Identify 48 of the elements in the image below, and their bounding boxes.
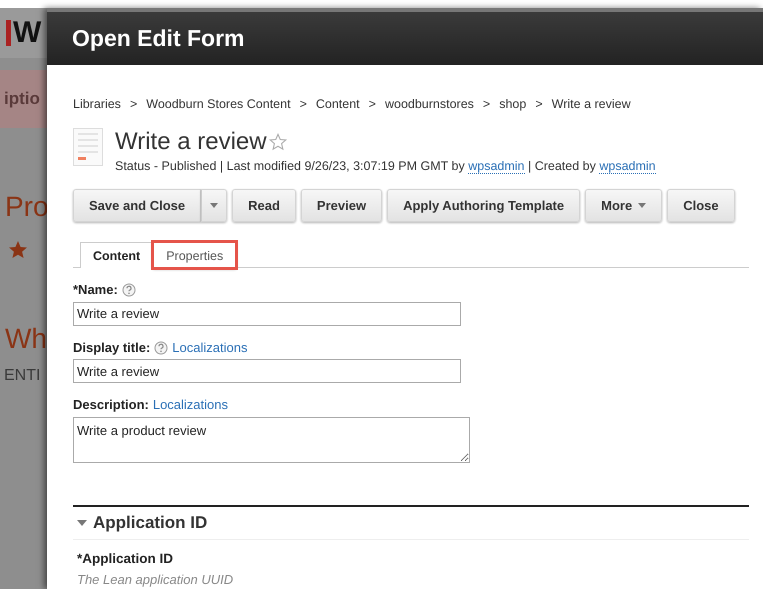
breadcrumb-item: Write a review — [552, 96, 631, 114]
breadcrumb-separator: > — [482, 96, 490, 114]
dialog-title: Open Edit Form — [72, 24, 244, 52]
toolbar-button[interactable]: Preview — [300, 189, 382, 222]
tab[interactable]: Content — [80, 242, 154, 268]
item-title: Write a review — [115, 128, 267, 157]
caret-icon — [638, 203, 646, 208]
toolbar-button[interactable]: Close — [667, 189, 735, 222]
breadcrumb-item[interactable]: Libraries — [73, 95, 121, 114]
tab[interactable]: Properties — [153, 242, 236, 268]
background-caption: ENTI — [3, 366, 42, 386]
text-area[interactable]: Write a product review — [73, 416, 470, 463]
localizations-link[interactable]: Localizations — [152, 395, 228, 415]
breadcrumb-item[interactable]: Woodburn Stores Content — [146, 95, 291, 114]
user-link[interactable]: wpsadmin — [599, 158, 656, 174]
logo-text: W — [13, 18, 42, 48]
logo-bar-icon — [6, 20, 11, 46]
breadcrumb-item[interactable]: shop — [499, 95, 526, 114]
localizations-link[interactable]: Localizations — [172, 338, 248, 358]
breadcrumb-separator: > — [535, 96, 543, 114]
field-label: Description: — [73, 396, 149, 414]
breadcrumb-separator: > — [130, 96, 138, 114]
field-label: *Application ID — [76, 550, 174, 568]
star-icon[interactable] — [268, 133, 287, 152]
document-thumbnail-icon — [73, 128, 103, 166]
input-field[interactable]: Write a review — [73, 302, 461, 326]
breadcrumb-separator: > — [300, 96, 307, 114]
user-link[interactable]: wpsadmin — [468, 158, 524, 174]
toolbar-button[interactable]: Apply Authoring Template — [387, 189, 580, 222]
help-icon[interactable] — [122, 283, 136, 298]
field-hint: The Lean application UUID — [76, 570, 234, 589]
collapse-triangle-icon[interactable] — [77, 518, 87, 528]
help-icon[interactable] — [154, 340, 168, 355]
field-label: Display title: — [73, 338, 150, 357]
section-title: Application ID — [93, 512, 208, 534]
input-field[interactable]: Write a review — [73, 359, 461, 384]
breadcrumb-separator: > — [368, 96, 376, 114]
toolbar-button[interactable]: Save and Close — [73, 189, 202, 222]
dropdown-toggle-button[interactable] — [201, 189, 228, 222]
breadcrumb-item[interactable]: Content — [316, 95, 360, 114]
breadcrumb-item[interactable]: woodburnstores — [384, 95, 474, 114]
toolbar-button[interactable]: More — [585, 189, 662, 222]
star-icon — [8, 240, 28, 260]
background-heading: Wh — [4, 322, 47, 356]
toolbar-button[interactable]: Read — [232, 189, 296, 222]
caret-icon — [210, 203, 218, 208]
field-label: *Name: — [73, 281, 118, 300]
status-line: Status - Published | Last modified 9/26/23, 3:07:19 PM GMT by wpsadmin | Created by wpsadmin — [115, 158, 656, 176]
